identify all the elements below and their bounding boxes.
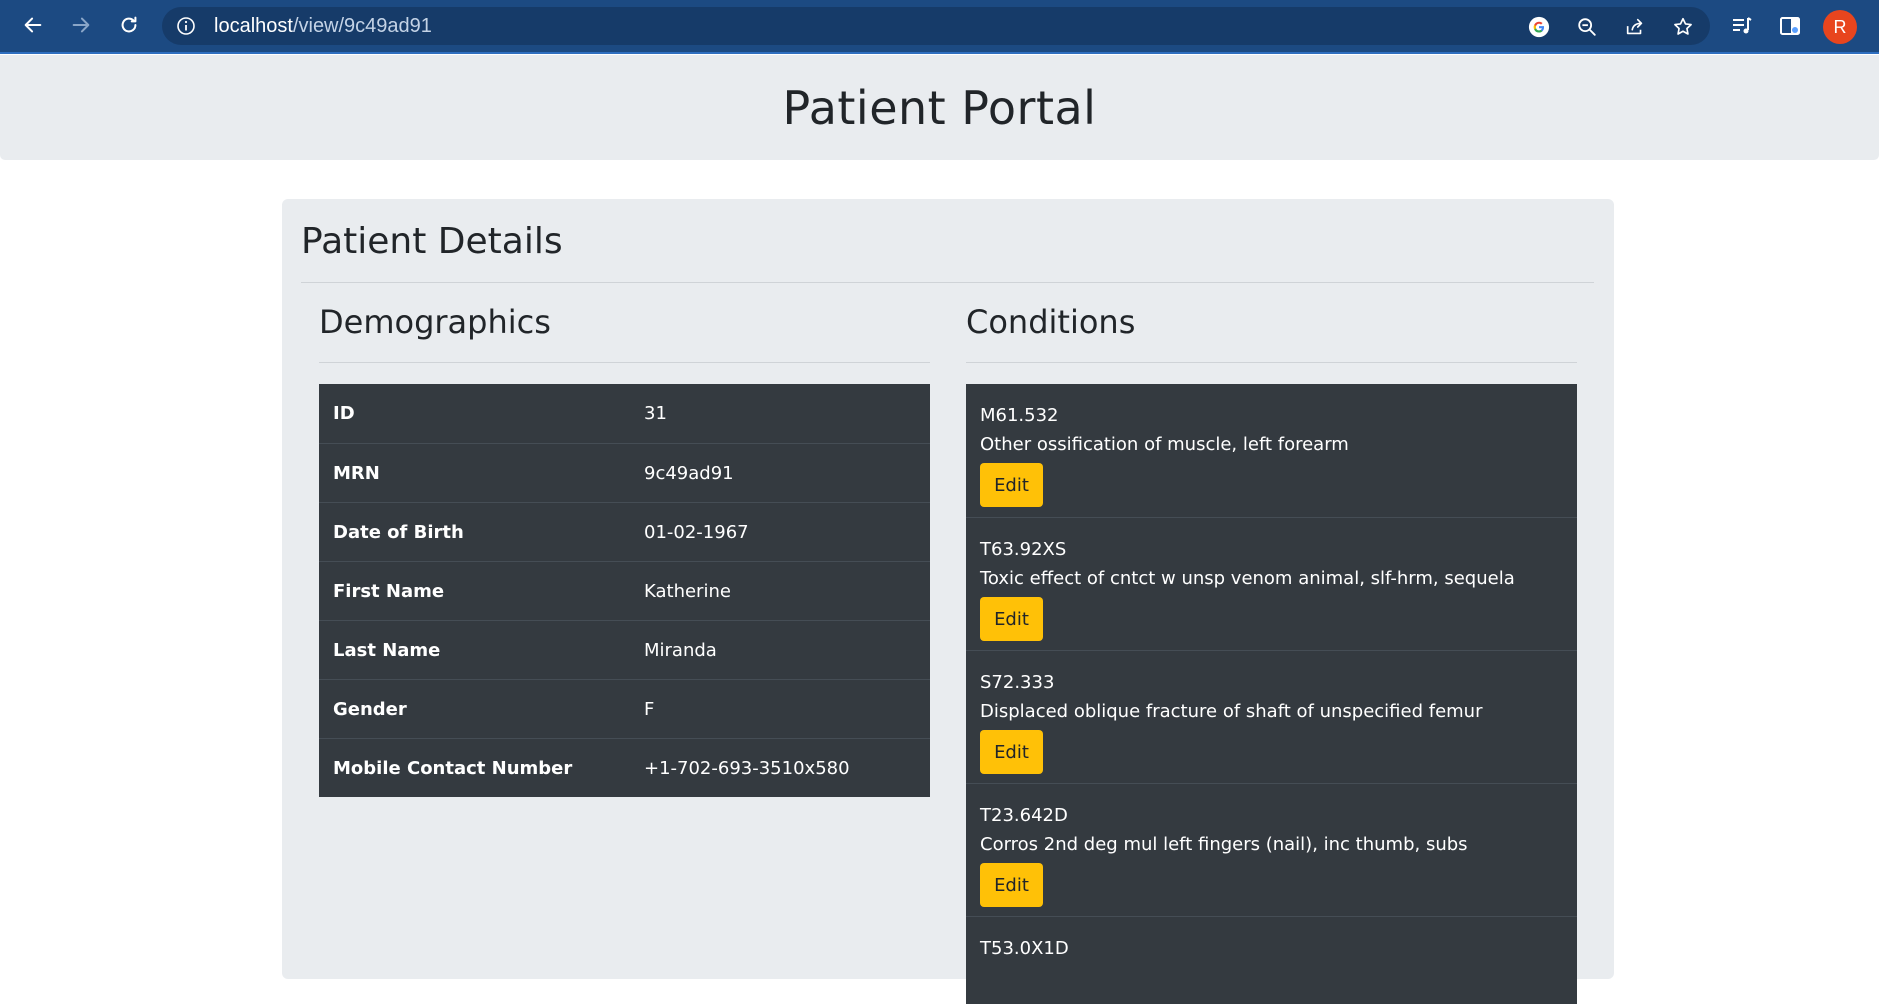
url-text[interactable]: localhost/view/9c49ad91	[214, 15, 432, 38]
row-value: 01-02-1967	[644, 521, 749, 543]
condition-description: Toxic effect of cntct w unsp venom anima…	[980, 568, 1515, 589]
table-row: Gender F	[319, 679, 930, 738]
row-label: Date of Birth	[333, 521, 464, 543]
table-row: Date of Birth 01-02-1967	[319, 502, 930, 561]
info-icon[interactable]	[176, 16, 196, 36]
row-label: Gender	[333, 698, 407, 720]
row-value: Miranda	[644, 639, 717, 661]
list-item: S72.333 Displaced oblique fracture of sh…	[966, 650, 1577, 783]
row-value: 9c49ad91	[644, 462, 734, 484]
zoom-button[interactable]	[1576, 16, 1598, 38]
page-title: Patient Portal	[782, 80, 1097, 135]
arrow-left-icon	[24, 17, 42, 33]
table-row: Last Name Miranda	[319, 620, 930, 679]
star-icon	[1674, 17, 1692, 35]
table-row: MRN 9c49ad91	[319, 443, 930, 502]
edit-condition-button[interactable]: Edit	[980, 730, 1043, 774]
row-label: MRN	[333, 462, 380, 484]
list-item: M61.532 Other ossification of muscle, le…	[966, 384, 1577, 517]
google-g-icon	[1528, 16, 1550, 38]
divider	[966, 362, 1577, 363]
patient-details-card: Patient Details Demographics ID 31 MRN 9…	[282, 199, 1614, 1004]
media-controls-button[interactable]	[1728, 12, 1756, 40]
row-value: +1-702-693-3510x580	[644, 757, 850, 779]
side-panel-button[interactable]	[1776, 12, 1804, 40]
url-host: localhost	[214, 15, 293, 37]
card-title: Patient Details	[301, 221, 563, 262]
condition-code: T63.92XS	[980, 539, 1067, 560]
profile-avatar[interactable]: R	[1823, 10, 1857, 44]
reload-button[interactable]	[113, 9, 145, 41]
table-row: Mobile Contact Number +1-702-693-3510x58…	[319, 738, 930, 797]
edit-condition-button[interactable]: Edit	[980, 463, 1043, 507]
edit-condition-button[interactable]: Edit	[980, 863, 1043, 907]
condition-code: M61.532	[980, 405, 1059, 426]
arrow-right-icon	[72, 17, 90, 33]
condition-code: T23.642D	[980, 805, 1068, 826]
condition-description: Displaced oblique fracture of shaft of u…	[980, 701, 1483, 722]
demographics-title: Demographics	[319, 303, 551, 341]
bookmark-button[interactable]	[1672, 16, 1694, 38]
row-label: Last Name	[333, 639, 441, 661]
divider	[319, 362, 930, 363]
url-path: /view/9c49ad91	[292, 15, 432, 37]
forward-button[interactable]	[65, 9, 97, 41]
back-button[interactable]	[17, 9, 49, 41]
zoom-out-icon	[1578, 18, 1596, 36]
divider	[301, 282, 1594, 283]
row-value: Katherine	[644, 580, 731, 602]
condition-description: Other ossification of muscle, left forea…	[980, 434, 1349, 455]
list-item: T53.0X1D	[966, 916, 1577, 1004]
list-item: T23.642D Corros 2nd deg mul left fingers…	[966, 783, 1577, 916]
row-label: First Name	[333, 580, 445, 602]
side-panel-icon	[1780, 17, 1800, 35]
demographics-table: ID 31 MRN 9c49ad91 Date of Birth 01-02-1…	[319, 384, 930, 797]
row-value: 31	[644, 403, 667, 424]
share-button[interactable]	[1624, 16, 1646, 38]
portal-header: Patient Portal	[0, 55, 1879, 160]
edit-condition-button[interactable]: Edit	[980, 597, 1043, 641]
condition-code: S72.333	[980, 672, 1055, 693]
row-value: F	[644, 698, 655, 720]
conditions-list: M61.532 Other ossification of muscle, le…	[966, 384, 1577, 1004]
reload-icon	[121, 16, 137, 33]
playlist-icon	[1733, 17, 1752, 34]
table-row: ID 31	[319, 384, 930, 443]
condition-code: T53.0X1D	[980, 938, 1069, 959]
row-label: Mobile Contact Number	[333, 757, 573, 779]
conditions-title: Conditions	[966, 303, 1136, 341]
condition-description: Corros 2nd deg mul left fingers (nail), …	[980, 834, 1468, 855]
browser-toolbar: localhost/view/9c49ad91 R	[0, 0, 1879, 54]
row-label: ID	[333, 403, 355, 424]
share-icon	[1626, 18, 1643, 35]
address-bar[interactable]: localhost/view/9c49ad91	[162, 7, 1710, 45]
list-item: T63.92XS Toxic effect of cntct w unsp ve…	[966, 517, 1577, 650]
table-row: First Name Katherine	[319, 561, 930, 620]
google-lens-button[interactable]	[1528, 16, 1550, 38]
